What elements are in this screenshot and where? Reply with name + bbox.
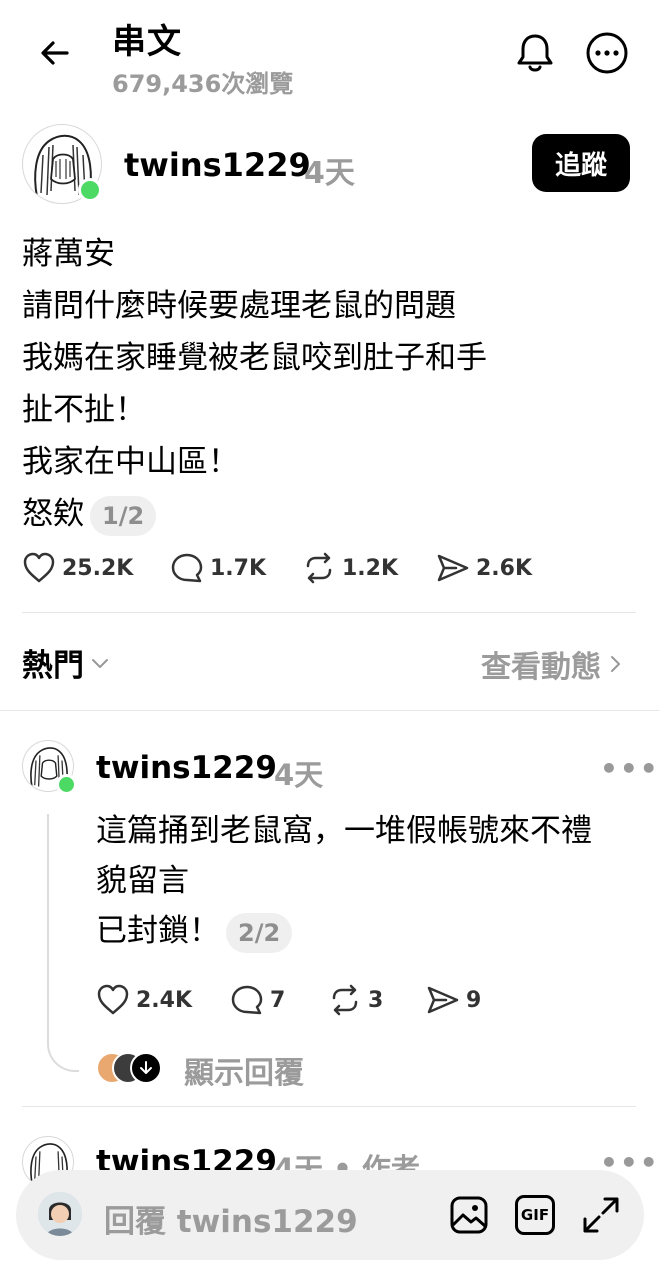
gif-button[interactable]: GIF — [512, 1192, 558, 1238]
share-count: 9 — [466, 987, 482, 1013]
divider — [0, 710, 659, 711]
repost-button[interactable]: 1.2K — [302, 552, 436, 584]
heart-icon — [23, 552, 55, 583]
chevron-down-icon — [92, 658, 108, 668]
send-icon — [437, 554, 469, 582]
share-button[interactable]: 2.6K — [436, 552, 532, 584]
comment-count: 1.7K — [210, 555, 267, 581]
gif-label: GIF — [520, 1206, 550, 1224]
post-line: 請問什麼時候要處理老鼠的問題 — [22, 288, 456, 324]
like-count: 25.2K — [62, 555, 134, 581]
comment-count: 7 — [270, 987, 286, 1013]
comment-icon — [171, 553, 203, 583]
online-status-dot — [56, 774, 77, 795]
share-button[interactable]: 9 — [426, 984, 481, 1016]
show-replies-link[interactable]: 顯示回覆 — [184, 1048, 304, 1092]
divider — [22, 612, 636, 613]
like-count: 2.4K — [136, 987, 193, 1013]
reply-line: 貌留言 — [96, 863, 189, 899]
more-circle-icon — [586, 32, 628, 74]
post-time: 4天 — [304, 156, 355, 191]
back-button[interactable] — [30, 28, 80, 78]
post-body: 蔣萬安 請問什麼時候要處理老鼠的問題 我媽在家睡覺被老鼠咬到肚子和手 扯不扯！ … — [22, 228, 632, 540]
sort-dropdown[interactable]: 熱門 — [22, 640, 112, 685]
my-avatar — [38, 1192, 82, 1236]
image-icon — [450, 1196, 488, 1234]
repost-button[interactable]: 3 — [328, 984, 426, 1016]
post-line: 扯不扯！ — [22, 392, 146, 428]
arrow-left-icon — [41, 41, 69, 65]
repost-count: 1.2K — [342, 555, 399, 581]
reply-actions: 2.4K 7 3 9 — [96, 984, 481, 1016]
page-title: 串文 — [112, 22, 182, 62]
post-actions: 25.2K 1.7K 1.2K 2.6K — [22, 552, 532, 584]
share-count: 2.6K — [476, 555, 533, 581]
reply-username[interactable]: twins1229 — [96, 750, 277, 786]
reply-input-placeholder[interactable]: 回覆 twins1229 — [104, 1196, 358, 1241]
expand-replies-icon — [130, 1052, 162, 1084]
reply-time: 4天 — [274, 758, 324, 792]
follow-button[interactable]: 追蹤 — [532, 134, 630, 192]
thread-line — [47, 814, 79, 1072]
page-indicator: 1/2 — [90, 495, 157, 536]
heart-icon — [97, 984, 129, 1015]
comment-button[interactable]: 7 — [230, 984, 328, 1016]
more-options-button[interactable] — [582, 28, 632, 78]
comment-button[interactable]: 1.7K — [170, 552, 302, 584]
post-line: 我媽在家睡覺被老鼠咬到肚子和手 — [22, 340, 487, 376]
send-icon — [427, 986, 459, 1014]
sort-label: 熱門 — [22, 648, 84, 684]
like-button[interactable]: 25.2K — [22, 552, 170, 584]
like-button[interactable]: 2.4K — [96, 984, 230, 1016]
reply-line: 已封鎖！ — [96, 913, 220, 949]
reply-line: 這篇捅到老鼠窩，一堆假帳號來不禮 — [96, 813, 592, 849]
expand-button[interactable] — [578, 1192, 624, 1238]
divider — [22, 1106, 636, 1107]
repost-count: 3 — [368, 987, 384, 1013]
reply-body: 這篇捅到老鼠窩，一堆假帳號來不禮 貌留言 已封鎖！ 2/2 — [96, 806, 636, 956]
online-status-dot — [78, 178, 102, 202]
author-username[interactable]: twins1229 — [124, 146, 311, 184]
comment-icon — [231, 985, 263, 1015]
page-indicator: 2/2 — [226, 912, 293, 953]
image-button[interactable] — [446, 1192, 492, 1238]
view-activity-link[interactable]: 查看動態 — [481, 642, 625, 686]
reply-more-button[interactable]: ••• — [600, 752, 659, 785]
chevron-right-icon — [611, 656, 620, 672]
repost-icon — [332, 984, 358, 1016]
view-activity-label: 查看動態 — [481, 650, 601, 685]
expand-icon — [583, 1197, 619, 1233]
post-line: 蔣萬安 — [22, 236, 115, 272]
user-avatar-icon — [38, 1192, 82, 1236]
post-line: 怒欸 — [22, 496, 84, 532]
post-line: 我家在中山區！ — [22, 444, 239, 480]
reply-avatars-stack[interactable] — [96, 1052, 166, 1084]
bell-icon — [517, 34, 553, 72]
view-count: 679,436次瀏覽 — [112, 70, 294, 98]
notification-button[interactable] — [510, 28, 560, 78]
repost-icon — [306, 552, 332, 584]
gif-icon: GIF — [515, 1195, 555, 1235]
